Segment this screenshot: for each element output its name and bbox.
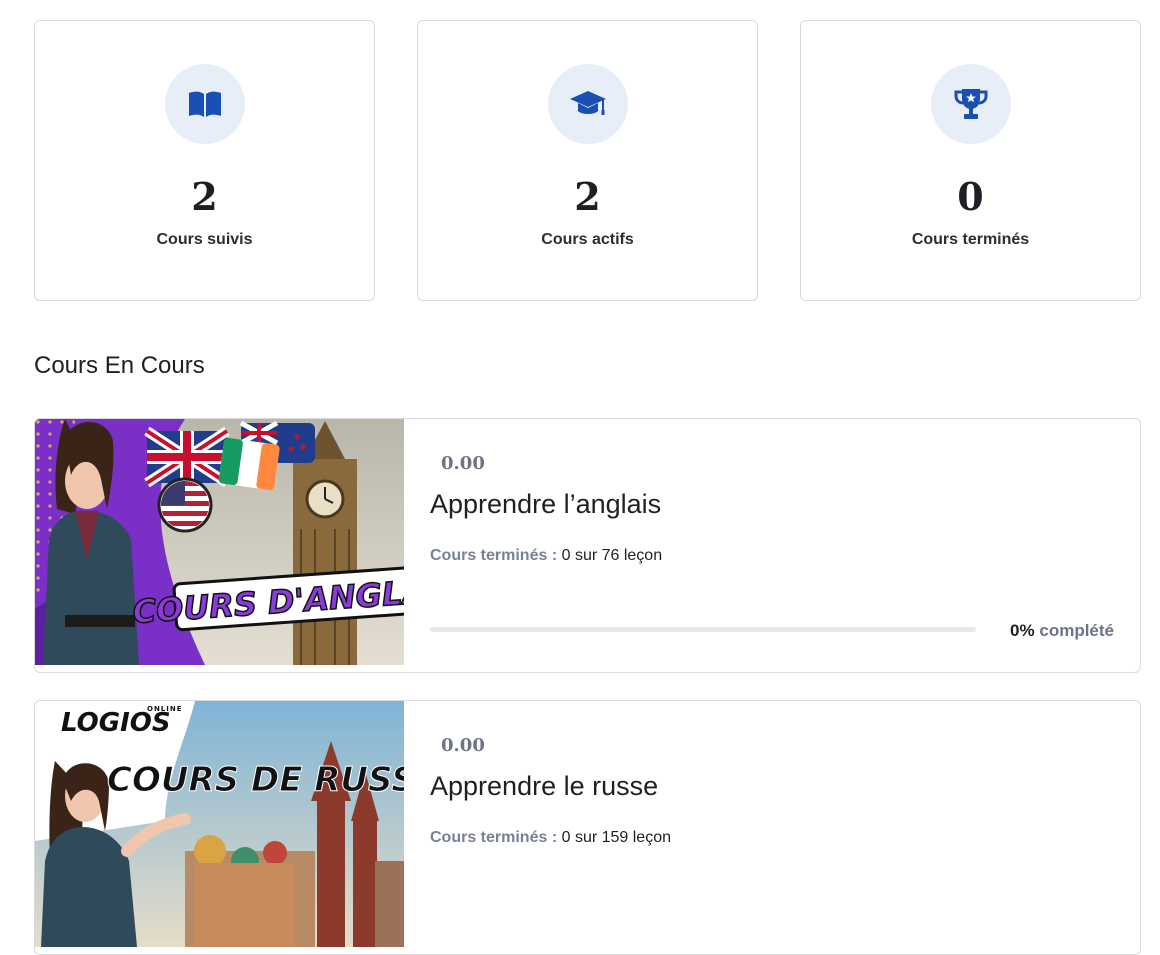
- course-price: 0.00: [441, 453, 485, 474]
- stat-value: 0: [957, 174, 984, 219]
- completed-value: 0 sur 159 leçon: [561, 829, 671, 846]
- section-title: Cours En Cours: [34, 352, 205, 379]
- stat-card-completed: 0 Cours terminés: [800, 20, 1141, 301]
- progress-percent: 0%: [1010, 621, 1035, 640]
- stats-row: 2 Cours suivis 2 Cours actifs 0 Cours te…: [34, 20, 1141, 301]
- stat-card-followed: 2 Cours suivis: [34, 20, 375, 301]
- completed-label: Cours terminés :: [430, 547, 558, 564]
- stat-card-active: 2 Cours actifs: [417, 20, 758, 301]
- course-price: 0.00: [441, 735, 485, 756]
- graduation-cap-icon: [547, 64, 628, 144]
- thumbnail-logo-small: ONLINE: [147, 705, 183, 713]
- course-card-russian[interactable]: LOGIOS ONLINE COURS DE RUSSE 0.00 Appren…: [34, 700, 1141, 955]
- thumbnail-title: COURS DE RUSSE: [107, 760, 404, 800]
- book-open-icon: [164, 64, 245, 144]
- progress-text: 0% complété: [1010, 621, 1114, 641]
- course-thumbnail[interactable]: LOGIOS ONLINE COURS DE RUSSE: [35, 701, 404, 947]
- completed-value: 0 sur 76 leçon: [561, 547, 663, 564]
- stat-value: 2: [574, 174, 601, 219]
- progress-word: complété: [1039, 621, 1114, 640]
- course-title[interactable]: Apprendre le russe: [430, 771, 658, 802]
- course-title[interactable]: Apprendre l’anglais: [430, 489, 661, 520]
- completed-label: Cours terminés :: [430, 829, 558, 846]
- stat-value: 2: [191, 174, 218, 219]
- trophy-icon: [930, 64, 1011, 144]
- progress-bar: [430, 627, 976, 632]
- course-progress-meta: Cours terminés : 0 sur 76 leçon: [430, 547, 662, 565]
- course-thumbnail[interactable]: COURS D'ANGLAIS: [35, 419, 404, 665]
- course-progress-meta: Cours terminés : 0 sur 159 leçon: [430, 829, 671, 847]
- course-card-english[interactable]: COURS D'ANGLAIS 0.00 Apprendre l’anglais…: [34, 418, 1141, 673]
- stat-label: Cours suivis: [156, 231, 253, 248]
- stat-label: Cours actifs: [541, 231, 634, 248]
- stat-label: Cours terminés: [911, 231, 1030, 248]
